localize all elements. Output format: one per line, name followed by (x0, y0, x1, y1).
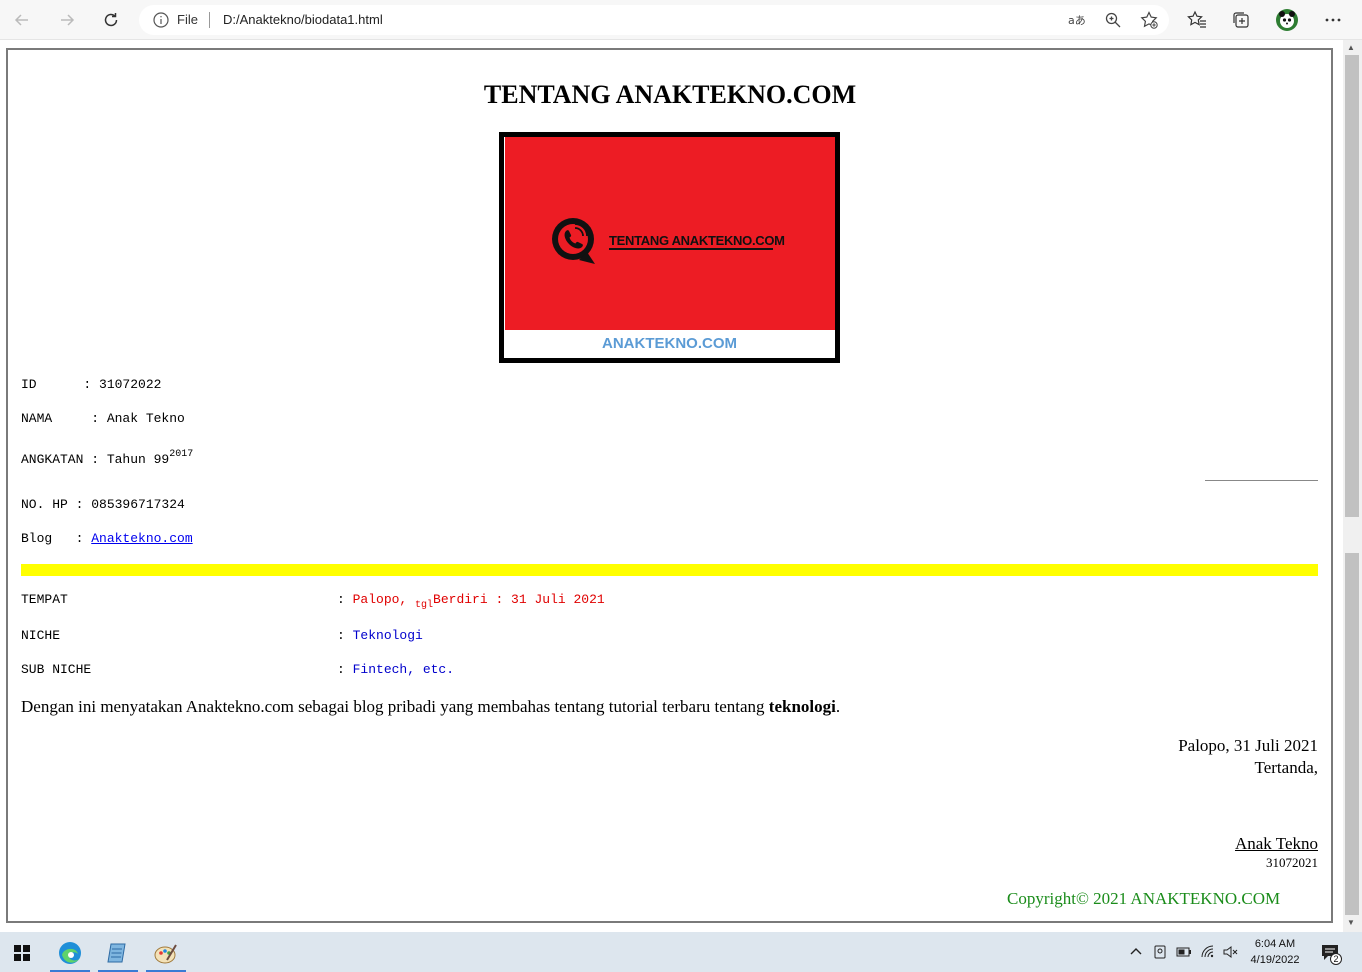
bio-id-label: ID : (21, 377, 100, 392)
bio-blog-label: Blog : (21, 531, 92, 546)
bio-angkatan-row: ANGKATAN : Tahun 992017 (21, 449, 193, 467)
taskbar-paint[interactable] (144, 934, 188, 972)
favorites-icon[interactable] (1187, 10, 1207, 30)
statement-end: . (835, 697, 841, 716)
niche-colon: : (337, 628, 353, 643)
niche-value: Teknologi (352, 628, 423, 643)
url-text[interactable]: D:/Anaktekno/biodata1.html (223, 12, 383, 27)
volume-muted-icon[interactable] (1222, 944, 1238, 960)
bio-hp-value: 085396717324 (91, 497, 185, 512)
edge-browser-icon (59, 942, 81, 964)
tempat-value-row: : Palopo, tglBerdiri : 31 Juli 2021 (337, 592, 605, 611)
forward-button[interactable] (53, 6, 81, 34)
tgl-subscript: tgl (415, 600, 434, 611)
bio-nama-row: NAMA : Anak Tekno (21, 411, 185, 426)
copyright-text: Copyright© 2021 ANAKTEKNO.COM (1007, 889, 1281, 908)
subniche-value-row: : Fintech, etc. (337, 662, 454, 677)
read-aloud-icon[interactable]: aあ (1067, 11, 1085, 29)
profile-avatar-icon[interactable] (1275, 8, 1299, 32)
bio-nama-label: NAMA : (21, 411, 107, 426)
meet-now-icon[interactable] (1152, 944, 1168, 960)
logo-underline (609, 248, 773, 250)
phone-icon (552, 218, 595, 264)
tempat-colon: : (337, 592, 353, 607)
zoom-icon[interactable] (1104, 11, 1122, 29)
taskbar-clock[interactable]: 6:04 AM 4/19/2022 (1240, 936, 1310, 968)
page-title: TENTANG ANAKTEKNO.COM (483, 80, 857, 109)
svg-text:aあ: aあ (1068, 14, 1085, 27)
bio-angkatan-sup: 2017 (169, 449, 194, 460)
signature-number: 31072021 (1266, 855, 1318, 870)
bio-nama-value: Anak Tekno (106, 411, 185, 426)
yellow-divider (21, 564, 1318, 576)
logo-main-text: TENTANG ANAKTEKNO.COM (609, 233, 785, 248)
subniche-label: SUB NICHE (21, 662, 92, 677)
address-bar[interactable]: File D:/Anaktekno/biodata1.html aあ (139, 5, 1169, 35)
tempat-label: TEMPAT (21, 592, 68, 607)
scrollbar-thumb[interactable] (1345, 55, 1359, 517)
statement-paragraph: Dengan ini menyatakan Anaktekno.com seba… (21, 697, 840, 717)
subniche-colon: : (337, 662, 353, 677)
bio-hp-label: NO. HP : (21, 497, 92, 512)
statement-text: Dengan ini menyatakan Anaktekno.com seba… (21, 697, 769, 716)
browser-toolbar: File D:/Anaktekno/biodata1.html aあ (0, 0, 1362, 40)
taskbar-edge[interactable] (48, 934, 92, 972)
statement-bold: teknologi (768, 697, 836, 716)
notification-badge: 2 (1330, 953, 1342, 965)
bio-blog-row: Blog : Anaktekno.com (21, 531, 193, 546)
signature-name: Anak Tekno (1234, 834, 1318, 853)
niche-value-row: : Teknologi (337, 628, 423, 643)
file-label: File (177, 12, 198, 27)
info-icon[interactable] (153, 12, 169, 28)
wifi-icon[interactable] (1200, 944, 1216, 960)
refresh-icon (104, 13, 118, 27)
signature-tertanda: Tertanda, (1254, 758, 1318, 777)
more-menu-icon[interactable] (1323, 10, 1343, 30)
bio-id-row: ID : 31072022 (21, 377, 161, 392)
tempat-value: Palopo, (352, 592, 416, 607)
logo-red-panel: TENTANG ANAKTEKNO.COM (505, 137, 835, 330)
address-separator (209, 12, 210, 28)
windows-taskbar: 2 (0, 932, 1362, 972)
bio-id-value: 31072022 (99, 377, 162, 392)
clock-time: 6:04 AM (1254, 938, 1296, 950)
chevron-up-icon[interactable] (1128, 944, 1144, 960)
signature-place-date: Palopo, 31 Juli 2021 (1178, 736, 1318, 755)
bio-hp-row: NO. HP : 085396717324 (21, 497, 185, 512)
berdiri-value: Berdiri : 31 Juli 2021 (433, 592, 605, 607)
subniche-value: Fintech, etc. (352, 662, 455, 677)
notepad-icon (107, 943, 126, 963)
back-arrow-icon (14, 14, 28, 26)
refresh-button[interactable] (97, 6, 125, 34)
windows-logo-icon (14, 945, 30, 961)
clock-date: 4/19/2022 (1250, 954, 1300, 966)
logo-image: TENTANG ANAKTEKNO.COM ANAKTEKNO.COM (499, 132, 840, 363)
scroll-down-arrow-icon[interactable]: ▼ (1347, 918, 1355, 927)
bio-angkatan-value: Tahun 99 (106, 452, 170, 467)
blog-link[interactable]: Anaktekno.com (91, 531, 192, 546)
scrollbar-thumb-lower[interactable] (1345, 553, 1359, 915)
add-favorite-icon[interactable] (1140, 11, 1158, 29)
bio-angkatan-label: ANGKATAN : (21, 452, 107, 467)
back-button[interactable] (8, 6, 36, 34)
battery-icon[interactable] (1176, 944, 1192, 960)
logo-bottom-text: ANAKTEKNO.COM (602, 335, 737, 352)
paint-icon (154, 944, 177, 964)
collections-icon[interactable] (1231, 10, 1251, 30)
niche-label: NICHE (21, 628, 61, 643)
forward-arrow-icon (61, 14, 75, 26)
taskbar-notepad[interactable] (96, 934, 140, 972)
scroll-up-arrow-icon[interactable]: ▲ (1347, 43, 1355, 52)
horizontal-rule (1205, 480, 1318, 481)
start-button[interactable] (0, 934, 44, 972)
